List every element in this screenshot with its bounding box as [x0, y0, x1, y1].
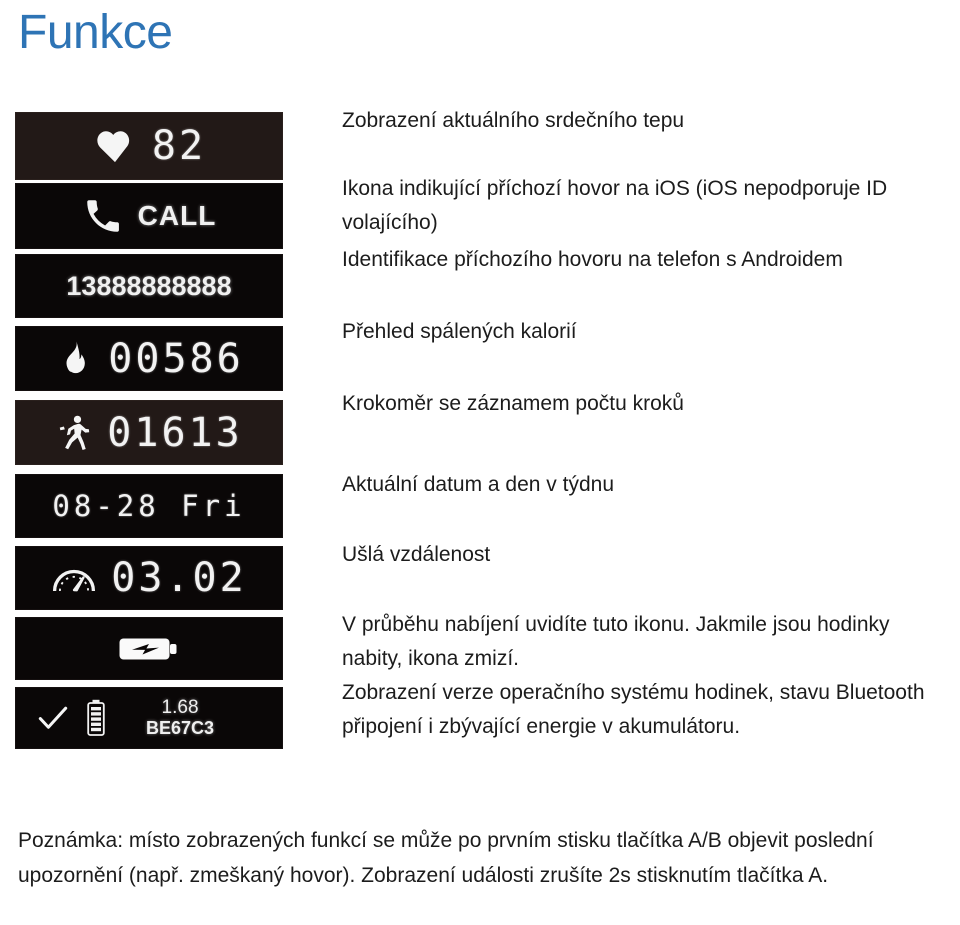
feature-heart-rate: Zobrazení aktuálního srdečního tepu [342, 109, 685, 132]
heart-icon [92, 125, 138, 167]
feature-calories: Přehled spálených kalorií [342, 320, 577, 343]
incoming-call-label: CALL [137, 200, 217, 231]
bluetooth-id-value: BE67C3 [146, 717, 215, 738]
battery-level-icon [86, 699, 106, 737]
display-strip-date: 08-28 Fri [15, 474, 283, 538]
distance-value: 03.02 [111, 555, 247, 601]
page-title: Funkce [18, 6, 173, 59]
phone-icon [82, 195, 124, 237]
feature-ios-call: Ikona indikující příchozí hovor na iOS (… [342, 177, 888, 235]
runner-icon [55, 411, 93, 455]
feature-firmware-status: Zobrazení verze operačního systému hodin… [342, 681, 925, 739]
battery-charging-icon [118, 633, 180, 665]
check-icon [38, 705, 68, 731]
feature-distance: Ušlá vzdálenost [342, 543, 491, 566]
firmware-version-value: 1.68 [161, 697, 199, 719]
display-strip-caller-number: 13888888888 [15, 254, 283, 318]
firmware-status-text: 1.68 BE67C3 [146, 697, 215, 738]
feature-pedometer: Krokoměr se záznamem počtu kroků [342, 392, 684, 415]
heart-rate-value: 82 [151, 123, 207, 169]
calories-value: 00586 [108, 335, 244, 382]
feature-charging: V průběhu nabíjení uvidíte tuto ikonu. J… [342, 613, 890, 671]
caller-number-value: 13888888888 [66, 270, 232, 301]
steps-value: 01613 [107, 409, 243, 456]
display-strip-charging [15, 617, 283, 680]
display-strip-calories: 00586 [15, 326, 283, 391]
feature-date-weekday: Aktuální datum a den v týdnu [342, 473, 615, 496]
date-weekday-value: 08-28 Fri [52, 489, 246, 523]
display-strip-distance: 03.02 [15, 546, 283, 610]
speedometer-icon [51, 561, 97, 595]
feature-android-call-id: Identifikace příchozího hovoru na telefo… [342, 248, 843, 271]
display-strip-heart-rate: 82 [15, 112, 283, 180]
bottom-note: Poznámka: místo zobrazených funkcí se mů… [18, 829, 874, 887]
display-strip-firmware-status: 1.68 BE67C3 [15, 687, 283, 749]
display-strip-incoming-call: CALL [15, 183, 283, 249]
flame-icon [54, 338, 94, 380]
display-strip-steps: 01613 [15, 400, 283, 465]
